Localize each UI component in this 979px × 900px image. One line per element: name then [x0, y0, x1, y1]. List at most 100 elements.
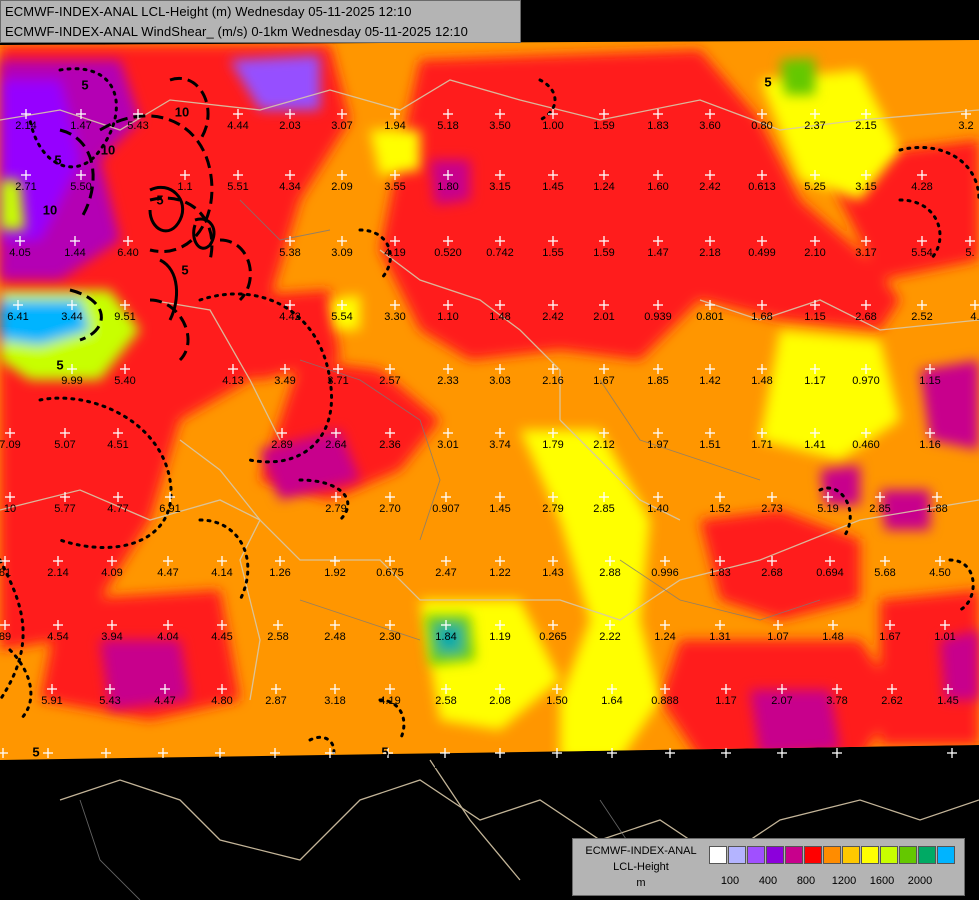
- station-value: 0.675: [376, 567, 404, 579]
- station-value: 0.499: [748, 247, 776, 259]
- station-value: 4.13: [222, 375, 244, 387]
- station-value: 1.67: [879, 631, 901, 643]
- station-value: 1.15: [919, 375, 941, 387]
- station-value: 0.888: [651, 695, 679, 707]
- station-value: 2.03: [279, 120, 301, 132]
- station-value: 4.19: [384, 247, 406, 259]
- station-value: 0.520: [434, 247, 462, 259]
- station-value: 2.10: [804, 247, 826, 259]
- station-value: 1.10: [437, 311, 459, 323]
- station-value: 1.79: [542, 439, 564, 451]
- station-value: 1.52: [709, 503, 731, 515]
- station-value: 5.77: [54, 503, 76, 515]
- legend-tick-label: 100: [720, 875, 740, 887]
- station-value: 0.742: [486, 247, 514, 259]
- station-value: 1.47: [647, 247, 669, 259]
- map-title-box: ECMWF-INDEX-ANAL LCL-Height (m) Wednesda…: [0, 0, 521, 43]
- contour-label: 5: [381, 744, 389, 760]
- station-value: 4.47: [154, 695, 176, 707]
- station-value: 5.07: [54, 439, 76, 451]
- station-value: 2.62: [881, 695, 903, 707]
- station-value: 0.265: [539, 631, 567, 643]
- station-value: 3.15: [489, 181, 511, 193]
- station-value: 2.89: [271, 439, 293, 451]
- station-value: 1.48: [822, 631, 844, 643]
- station-value: 3.50: [489, 120, 511, 132]
- legend-swatch: [766, 846, 784, 864]
- station-value: 4.14: [211, 567, 233, 579]
- station-value: 2.37: [804, 120, 826, 132]
- station-value: 4.42: [279, 311, 301, 323]
- station-value: 2.58: [435, 695, 457, 707]
- station-value: 5.54: [331, 311, 353, 323]
- legend-unit-label: m: [636, 877, 646, 889]
- station-value: 9.51: [114, 311, 136, 323]
- legend-swatch: [842, 846, 860, 864]
- station-value: 2.88: [599, 567, 621, 579]
- station-value: 5.14: [37, 759, 59, 771]
- station-value: 2.01: [593, 311, 615, 323]
- station-value: 5.62: [95, 759, 117, 771]
- station-value: 2.47: [435, 567, 457, 579]
- station-value: 3.00: [377, 759, 399, 771]
- station-value: 1.45: [937, 695, 959, 707]
- station-value: 1.42: [699, 375, 721, 387]
- station-value: 2.36: [379, 439, 401, 451]
- legend-swatch: [785, 846, 803, 864]
- station-value: 1.24: [654, 631, 676, 643]
- station-value: 0.80: [751, 120, 773, 132]
- station-value: 4.45: [211, 631, 233, 643]
- station-value: 5.68: [874, 567, 896, 579]
- legend-parameter-label: LCL-Height: [613, 861, 669, 873]
- legend-tick-label: 2000: [907, 875, 933, 887]
- station-value: 3.01: [437, 439, 459, 451]
- station-value: 2.57: [379, 375, 401, 387]
- station-value: 1.47: [70, 120, 92, 132]
- station-value: 1.92: [324, 567, 346, 579]
- station-value: 2.12: [593, 439, 615, 451]
- station-value: 4.: [970, 311, 979, 323]
- station-value: 1.44: [64, 247, 86, 259]
- contour-label: 5: [764, 74, 772, 90]
- station-value: 1.41: [804, 439, 826, 451]
- station-value: 2.64: [325, 439, 347, 451]
- station-value: 1.90: [601, 759, 623, 771]
- station-value: 1.97: [647, 439, 669, 451]
- station-value: 5.25: [804, 181, 826, 193]
- station-value: 2.16: [209, 759, 231, 771]
- station-value: 2.14: [15, 120, 37, 132]
- station-value: 2.48: [324, 631, 346, 643]
- station-value: 1.83: [709, 567, 731, 579]
- station-value: 3.71: [327, 375, 349, 387]
- station-value: 1.15: [804, 311, 826, 323]
- station-value: 1.40: [647, 503, 669, 515]
- contour-label: 10: [100, 142, 116, 158]
- station-value: 1.80: [437, 181, 459, 193]
- station-value: 1.94: [384, 120, 406, 132]
- station-value: 0.996: [651, 567, 679, 579]
- contour-label: 10: [174, 104, 190, 120]
- station-value: 4.19: [379, 695, 401, 707]
- station-value: 2.90: [941, 759, 963, 771]
- station-value: 5.50: [70, 181, 92, 193]
- station-value: 0.460: [852, 439, 880, 451]
- legend-swatch: [861, 846, 879, 864]
- station-value: 1.26: [269, 567, 291, 579]
- contour-label: 5: [54, 152, 62, 168]
- station-value: 5.: [965, 247, 975, 259]
- station-value: 2.09: [331, 181, 353, 193]
- station-value: 2.52: [911, 311, 933, 323]
- station-value: 1.83: [647, 120, 669, 132]
- station-value: 1.43: [546, 759, 568, 771]
- station-value: 3.44: [61, 311, 83, 323]
- station-value: 3.74: [489, 439, 511, 451]
- station-value: 1.48: [751, 375, 773, 387]
- legend-swatch: [899, 846, 917, 864]
- contour-label: 5: [81, 77, 89, 93]
- station-value: 4.05: [9, 247, 31, 259]
- station-value: 2.15: [855, 120, 877, 132]
- station-value: 0.907: [432, 503, 460, 515]
- station-value: 1.59: [593, 120, 615, 132]
- contour-label: 10: [42, 202, 58, 218]
- station-value: 1.17: [804, 375, 826, 387]
